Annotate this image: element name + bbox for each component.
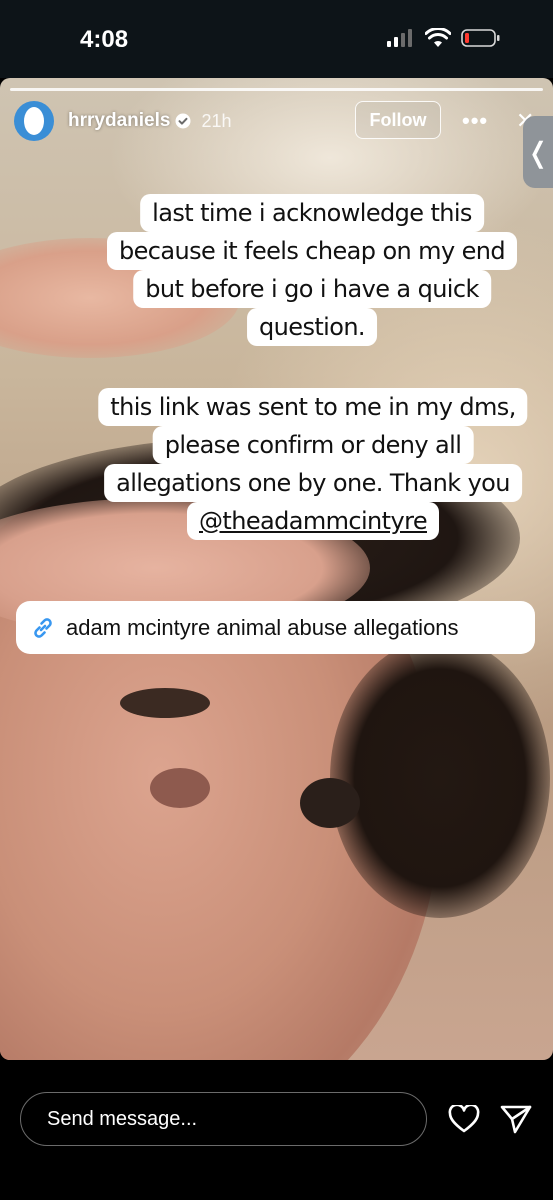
caption-line: because it feels cheap on my end [107,232,517,270]
link-icon [34,617,52,638]
more-options-icon[interactable]: ••• [462,108,488,134]
story-header: hrrydaniels 21h Follow ••• ✕ [14,100,544,142]
status-time: 4:08 [80,26,129,53]
status-icons [387,28,501,48]
caption-line: please confirm or deny all [152,426,474,464]
side-handle-icon[interactable]: ❬ [523,116,553,188]
caption-line: but before i go i have a quick [133,270,491,308]
wifi-icon [425,28,451,47]
battery-icon [461,29,500,47]
caption-line: last time i acknowledge this [140,194,484,232]
signal-icon [387,29,412,47]
heart-icon[interactable] [448,1105,480,1133]
caption-line: this link was sent to me in my dms, [98,388,528,426]
status-bar: 4:08 [0,0,553,78]
send-icon[interactable] [500,1104,532,1134]
username[interactable]: hrrydaniels [68,110,170,132]
story-progress-bar [10,88,543,91]
verified-badge-icon [175,113,191,129]
send-message-input[interactable]: Send message... [20,1092,427,1146]
story-time-ago: 21h [201,110,232,131]
reply-bar: Send message... [0,1060,553,1200]
caption-line: allegations one by one. Thank you [104,464,522,502]
caption-line: question. [247,308,377,346]
avatar[interactable] [14,101,54,141]
story-frame[interactable]: hrrydaniels 21h Follow ••• ✕ ❬ last time… [0,78,553,1060]
mention-link[interactable]: @theadammcintyre [187,502,439,540]
follow-button[interactable]: Follow [355,101,441,139]
link-sticker[interactable]: adam mcintyre animal abuse allegations [16,601,535,654]
link-sticker-text: adam mcintyre animal abuse allegations [66,614,459,640]
